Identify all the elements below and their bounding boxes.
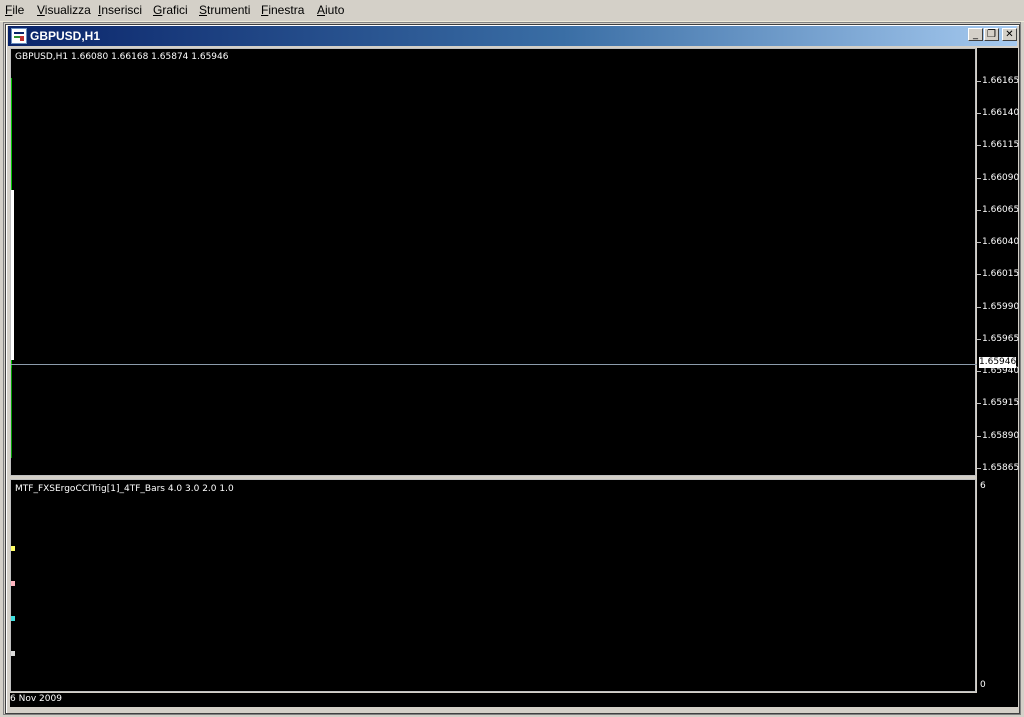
restore-button[interactable]: ❐: [984, 28, 999, 41]
menu-file[interactable]: File: [5, 3, 24, 18]
price-tick: 1.65990: [982, 302, 1020, 312]
price-tick: 1.66165: [982, 76, 1020, 86]
price-tick: 1.66115: [982, 140, 1020, 150]
price-chart[interactable]: GBPUSD,H1 1.66080 1.66168 1.65874 1.6594…: [10, 48, 976, 476]
menu-strumenti[interactable]: Strumenti: [199, 3, 250, 18]
price-axis[interactable]: 1.66165 1.66140 1.66115 1.66090 1.66065 …: [977, 48, 1020, 693]
menu-inserisci[interactable]: Inserisci: [98, 3, 142, 18]
chart-window-icon: [11, 28, 27, 44]
price-tick: 1.66040: [982, 237, 1020, 247]
price-tick: 1.65965: [982, 334, 1020, 344]
chart-symbol-label: GBPUSD,H1 1.66080 1.66168 1.65874 1.6594…: [15, 52, 229, 62]
indicator-window[interactable]: MTF_FXSErgoCCITrig[1]_4TF_Bars 4.0 3.0 2…: [10, 479, 976, 692]
candle-lower-wick: [11, 368, 12, 458]
menu-visualizza[interactable]: Visualizza: [37, 3, 91, 18]
current-price-badge: 1.65946: [979, 357, 1017, 368]
menu-bar: File Visualizza Inserisci Grafici Strume…: [0, 0, 1024, 22]
menu-grafici[interactable]: Grafici: [153, 3, 188, 18]
bid-price-line: [11, 364, 977, 365]
price-tick: 1.65915: [982, 398, 1020, 408]
indicator-axis-bottom: 0: [980, 680, 986, 690]
price-tick: 1.66065: [982, 205, 1020, 215]
chart-window-titlebar[interactable]: GBPUSD,H1 _ ❐ ✕: [8, 26, 1017, 46]
indicator-bar-tf2: [11, 581, 15, 586]
time-axis[interactable]: 6 Nov 2009: [10, 693, 1018, 707]
chart-window-title: GBPUSD,H1: [30, 29, 101, 43]
indicator-label: MTF_FXSErgoCCITrig[1]_4TF_Bars 4.0 3.0 2…: [15, 484, 234, 494]
indicator-bar-tf3: [11, 616, 15, 621]
indicator-bar-tf4: [11, 651, 15, 656]
menu-aiuto[interactable]: Aiuto: [317, 3, 344, 18]
time-axis-label: 6 Nov 2009: [10, 694, 62, 704]
close-button[interactable]: ✕: [1002, 28, 1017, 41]
price-tick: 1.65865: [982, 463, 1020, 473]
indicator-bar-tf1: [11, 546, 15, 551]
candle-body: [11, 190, 14, 360]
price-tick: 1.66140: [982, 108, 1020, 118]
price-tick: 1.66015: [982, 269, 1020, 279]
price-tick: 1.65890: [982, 431, 1020, 441]
minimize-button[interactable]: _: [968, 28, 983, 41]
price-tick: 1.66090: [982, 173, 1020, 183]
menu-finestra[interactable]: Finestra: [261, 3, 304, 18]
indicator-axis-top: 6: [980, 481, 986, 491]
